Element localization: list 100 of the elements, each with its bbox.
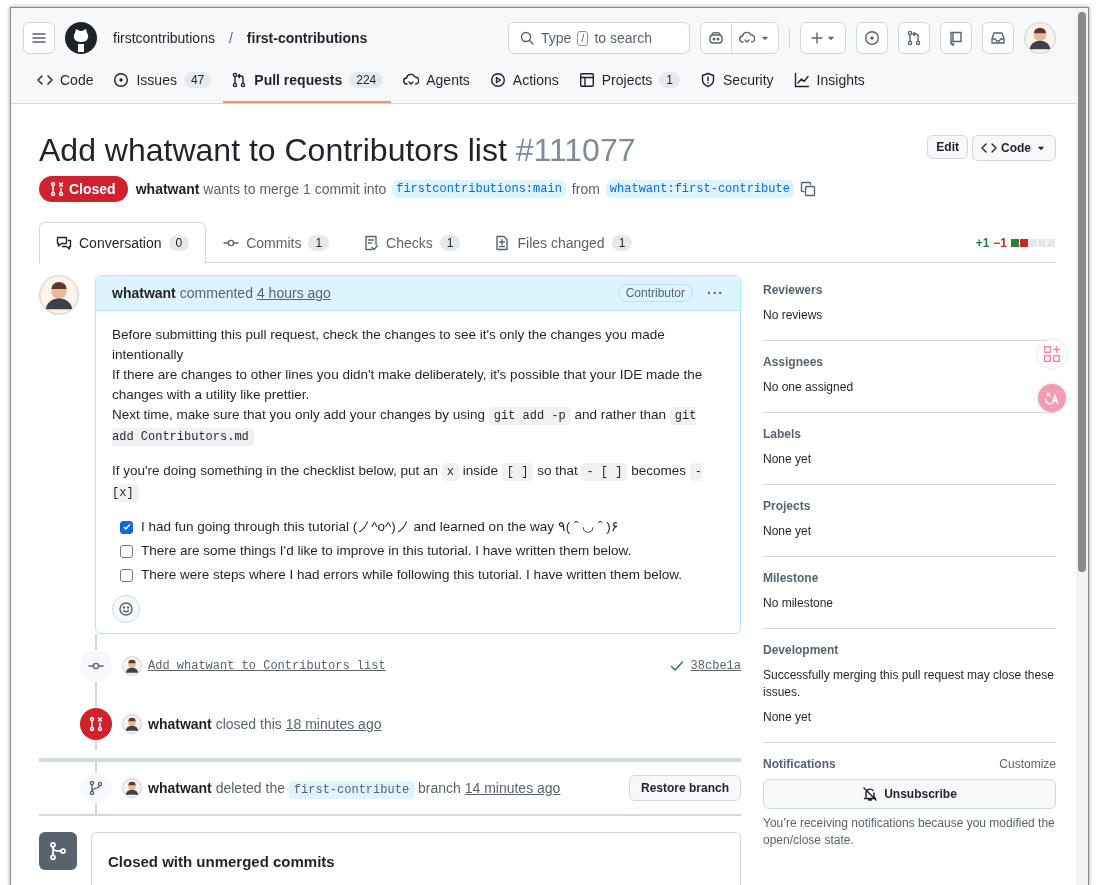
repo-nav-tab[interactable]: Projects 1	[570, 66, 689, 103]
scrollbar-thumb[interactable]	[1078, 12, 1086, 572]
closed-pr-icon	[49, 181, 65, 197]
pull-request-icon	[231, 72, 248, 88]
pr-tab[interactable]: Conversation 0	[39, 222, 207, 263]
repo-nav-tab[interactable]: Code	[29, 66, 102, 103]
comment-time-link[interactable]: 4 hours ago	[256, 285, 331, 301]
more-options-button[interactable]: ···	[707, 285, 724, 301]
inbox-icon	[990, 30, 1006, 46]
merge-status-title: Closed with unmerged commits	[91, 832, 741, 885]
closed-state-badge: Closed	[39, 176, 128, 202]
avatar	[39, 275, 79, 315]
menu-button[interactable]	[23, 22, 55, 54]
sidebar-text: No one assigned	[763, 379, 855, 396]
sidebar-heading[interactable]: Reviewers	[763, 283, 823, 297]
pr-tab[interactable]: Commits 1	[206, 222, 347, 263]
comment-text: If there are changes to other lines you didn't make deliberately, it's possible that your IDE made the changes with a utility like prettier.	[112, 366, 704, 404]
event-text: whatwant deleted the first-contribute branch 14 minutes ago	[148, 779, 561, 797]
pull-request-icon	[906, 30, 922, 46]
comment-author[interactable]: whatwant	[112, 285, 176, 301]
cloud-icon	[739, 30, 755, 46]
repo-nav-tab[interactable]: Pull requests 224	[223, 66, 392, 103]
graph-icon	[793, 72, 810, 88]
count-badge: 47	[183, 72, 212, 88]
issue-icon	[864, 30, 880, 46]
plus-icon	[809, 30, 825, 46]
pull-requests-button[interactable]	[898, 22, 930, 54]
edit-button[interactable]: Edit	[927, 135, 968, 159]
pr-tab[interactable]: Files changed 1	[477, 222, 650, 263]
repo-nav-tab[interactable]: Insights	[785, 66, 873, 103]
shield-icon	[700, 72, 717, 88]
issues-button[interactable]	[856, 22, 888, 54]
branch-ref[interactable]: firstcontributions:main	[392, 180, 566, 198]
sidebar-heading[interactable]: Assignees	[763, 355, 824, 369]
task-text: There are some things I'd like to improve in this tutorial. I have written them below.	[141, 542, 632, 560]
branch-ref[interactable]: whatwant:first-contribute	[605, 180, 794, 198]
sidebar-heading: Notifications	[763, 757, 836, 771]
repo-name-link[interactable]: first-contributions	[246, 30, 368, 46]
sidebar-text: None yet	[763, 709, 813, 726]
cloud-icon	[403, 72, 420, 88]
reaction-button[interactable]	[112, 595, 140, 623]
menu-icon	[31, 30, 47, 46]
task-checkbox[interactable]	[120, 544, 133, 558]
repo-nav-tab[interactable]: Issues 47	[105, 66, 220, 103]
repo-owner-link[interactable]: firstcontributions	[113, 30, 215, 46]
repo-nav-tab[interactable]: Actions	[481, 66, 567, 103]
restore-branch-button[interactable]: Restore branch	[628, 775, 741, 801]
sidebar-heading[interactable]: Labels	[763, 427, 801, 441]
commit-sha-link[interactable]: 38cbe1a	[690, 659, 741, 673]
avatar	[122, 656, 142, 676]
repositories-button[interactable]	[940, 22, 972, 54]
git-branch-icon	[88, 780, 104, 796]
sidebar-heading[interactable]: Development	[763, 643, 839, 657]
comment-text: If you're doing something in the checklist below, put an x inside [ ] so that - [ ] becomes - [x]	[112, 462, 703, 503]
conversation-icon	[56, 235, 72, 251]
avatar	[1024, 22, 1056, 54]
sidebar-text: Successfully merging this pull request may close these issues.	[763, 667, 1055, 701]
deletions-count: −1	[993, 236, 1007, 250]
event-text: whatwant closed this 18 minutes ago	[148, 716, 382, 732]
repo-nav-tab[interactable]: Agents	[395, 66, 478, 103]
git-branch-icon	[48, 841, 68, 861]
search-icon	[519, 30, 535, 46]
task-text: I had fun going through this tutorial (ノ^o^)ノ and learned on the way ٩( ˆ ◡ ˆ )۶	[141, 518, 619, 536]
additions-count: +1	[975, 236, 990, 250]
pr-title: Add whatwant to Contributors list #111077	[39, 131, 637, 170]
files-icon	[494, 235, 511, 251]
octocat-logo[interactable]	[65, 22, 97, 54]
book-icon	[948, 30, 964, 46]
inbox-button[interactable]	[982, 22, 1014, 54]
create-button[interactable]	[800, 22, 846, 54]
commit-message-link[interactable]: Add whatwant to Contributors list	[148, 659, 386, 673]
sidebar-text: None yet	[763, 451, 813, 468]
unsubscribe-button[interactable]: Unsubscribe	[763, 779, 1056, 809]
comment-text: Next time, make sure that you only add your changes by using git add -p and rather than git add Contributors.md	[112, 406, 698, 447]
robot-icon	[708, 30, 724, 46]
notification-note: You’re receiving notifications because you modified the open/close state.	[763, 815, 1056, 849]
play-icon	[489, 72, 506, 88]
sidebar-text: No reviews	[763, 307, 824, 324]
customize-link[interactable]: Customize	[999, 757, 1056, 771]
comment-action: commented	[179, 285, 253, 301]
sidebar-heading[interactable]: Milestone	[763, 571, 819, 585]
avatar	[122, 778, 142, 798]
code-button[interactable]: Code	[972, 135, 1056, 161]
pr-tab[interactable]: Checks 1	[346, 222, 478, 263]
count-badge: 224	[349, 72, 384, 88]
sidebar-heading[interactable]: Projects	[763, 499, 811, 513]
smiley-icon	[118, 601, 134, 617]
search-field[interactable]: Type / to search	[508, 22, 690, 54]
bell-off-icon	[862, 786, 879, 802]
sidebar-text: None yet	[763, 523, 813, 540]
repo-nav-tab[interactable]: Security	[692, 66, 782, 103]
sidebar-text: No milestone	[763, 595, 835, 612]
task-checkbox[interactable]	[120, 520, 133, 534]
avatar	[122, 714, 142, 734]
table-icon	[578, 72, 595, 88]
task-text: There were steps where I had errors while following this tutorial. I have written them below.	[141, 566, 682, 584]
closed-pr-icon	[88, 716, 104, 732]
path-separator: /	[228, 30, 233, 46]
task-checkbox[interactable]	[120, 568, 133, 582]
merge-summary-from: from	[571, 181, 600, 197]
